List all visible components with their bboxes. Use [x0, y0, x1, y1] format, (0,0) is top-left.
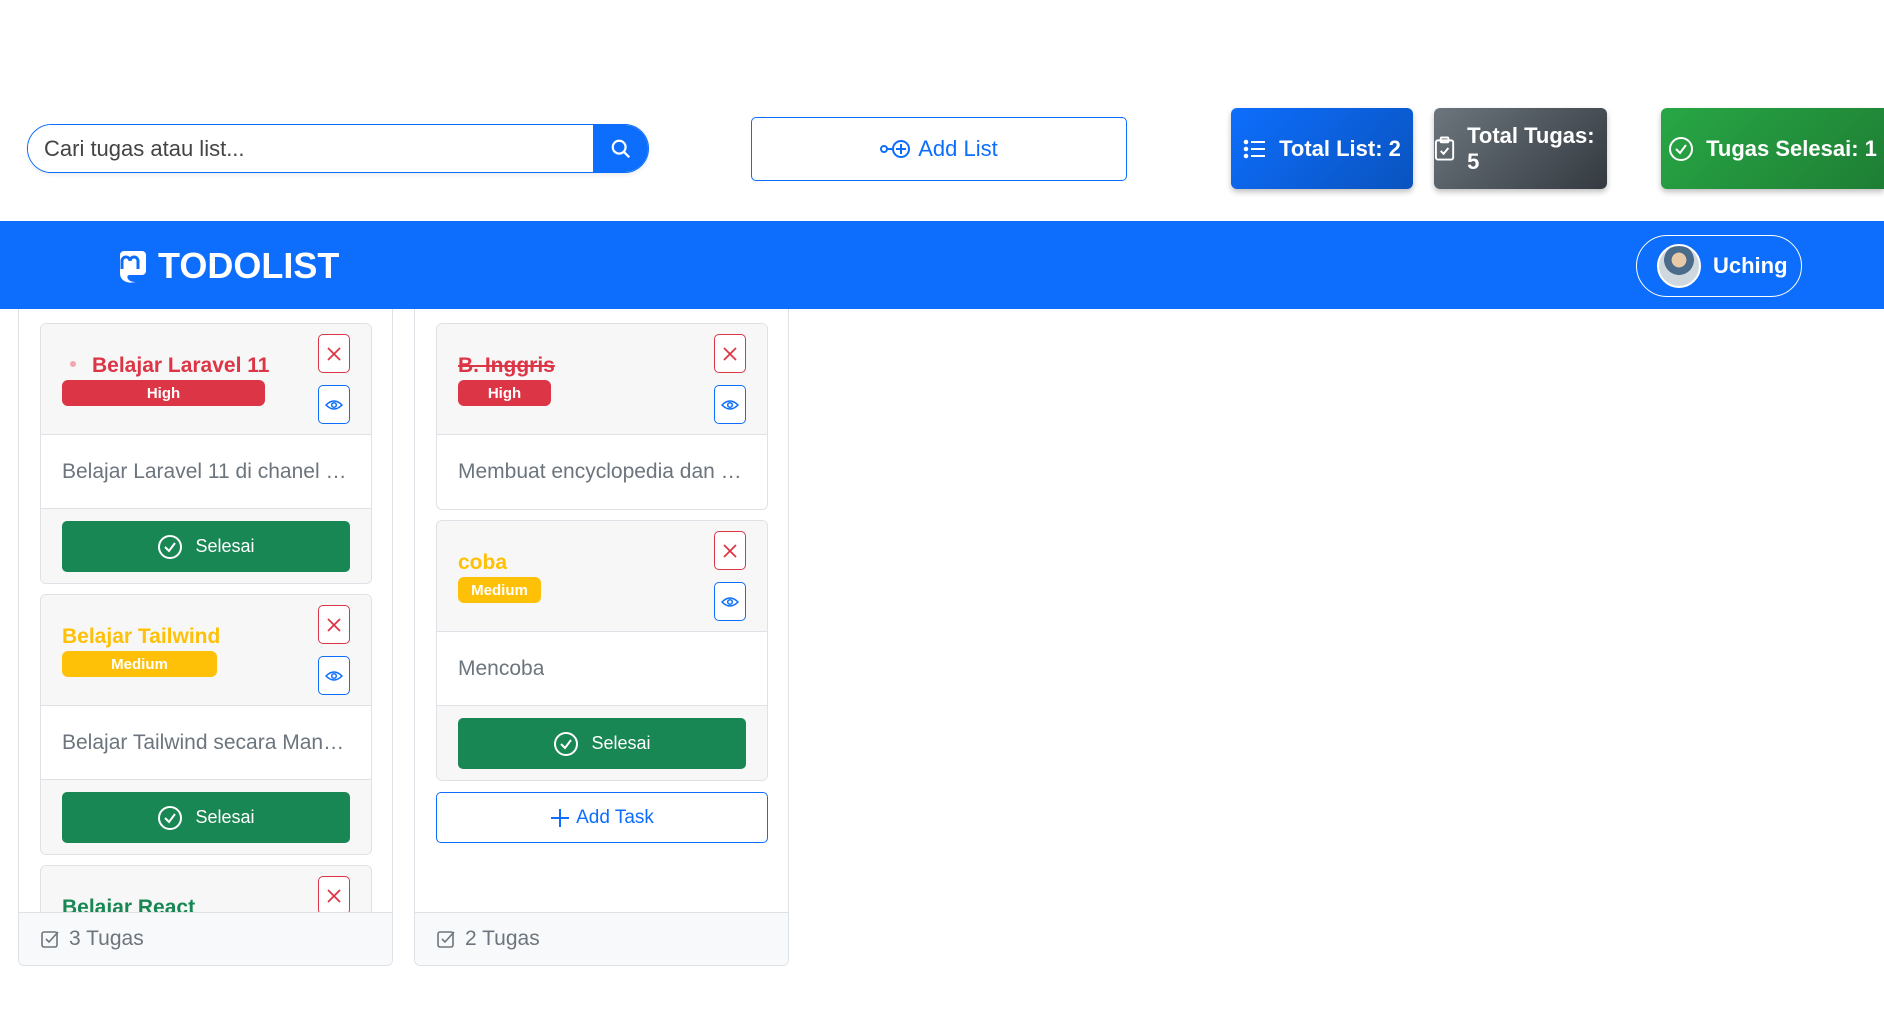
delete-task-button[interactable] [714, 334, 746, 373]
close-icon [327, 617, 341, 632]
task-title: B. Inggris [458, 354, 555, 377]
task-description-text: Mencoba [458, 656, 545, 680]
search-bar [27, 124, 649, 173]
priority-badge: Medium [458, 577, 541, 603]
task-card-header: Belajar Laravel 11 High [41, 324, 371, 435]
selesai-label: Selesai [195, 536, 255, 556]
task-card-header: B. Inggris High [437, 324, 767, 435]
list-column-body: Belajar Laravel 11 High Belajar Laravel … [19, 309, 392, 913]
task-count: 3 Tugas [69, 927, 144, 950]
search-icon [611, 139, 630, 158]
selesai-label: Selesai [195, 807, 255, 827]
task-title-text: Belajar Laravel 11 [92, 354, 270, 377]
list-column-footer: 3 Tugas [19, 912, 392, 965]
total-list-stat: Total List: 2 [1231, 108, 1413, 189]
user-name: Uching [1713, 253, 1788, 278]
priority-badge: Medium [62, 651, 217, 677]
eye-icon [325, 670, 343, 681]
task-card-footer: Selesai [41, 509, 371, 583]
view-task-button[interactable] [318, 656, 350, 695]
view-task-button[interactable] [318, 385, 350, 424]
selesai-button[interactable]: Selesai [62, 792, 350, 843]
task-card: Belajar Tailwind Medium Belajar Tailwind… [40, 594, 372, 855]
task-description: Membuat encyclopedia dan kamus [437, 435, 767, 509]
list-column: B. Inggris High Membuat encyclopedia dan… [414, 309, 789, 966]
user-menu[interactable]: Uching [1636, 235, 1802, 297]
total-list-label: Total List: 2 [1279, 135, 1401, 161]
task-description-text: Membuat encyclopedia dan kamus [458, 460, 746, 483]
brand[interactable]: TODOLIST [112, 245, 339, 287]
priority-badge: High [458, 380, 551, 406]
eye-icon [325, 399, 343, 410]
task-card-footer: Selesai [41, 780, 371, 854]
task-card: coba Medium Mencoba Selesai [436, 520, 768, 781]
avatar [1657, 244, 1701, 288]
list-column-footer: 2 Tugas [415, 912, 788, 965]
checkbox-icon [437, 931, 455, 948]
task-count: 2 Tugas [465, 927, 540, 950]
brand-name: TODOLIST [158, 245, 340, 286]
plus-icon [551, 808, 570, 827]
close-icon [327, 888, 341, 903]
task-card-header: Belajar React [41, 866, 371, 913]
add-task-button[interactable]: Add Task [436, 792, 768, 843]
total-tugas-stat: Total Tugas: 5 [1434, 108, 1607, 189]
delete-task-button[interactable] [318, 876, 350, 913]
clipboard-icon [1434, 136, 1455, 161]
add-list-label: Add List [918, 136, 998, 161]
task-description: Belajar Tailwind secara Mandiri [41, 706, 371, 780]
list-column: Belajar Laravel 11 High Belajar Laravel … [18, 309, 393, 966]
delete-task-button[interactable] [318, 334, 350, 373]
task-card: B. Inggris High Membuat encyclopedia dan… [436, 323, 768, 510]
selesai-button[interactable]: Selesai [458, 718, 746, 769]
add-list-button[interactable]: Add List [751, 117, 1127, 181]
priority-dot [70, 361, 76, 368]
close-icon [327, 346, 341, 361]
checkbox-icon [41, 931, 59, 948]
close-icon [723, 346, 737, 361]
delete-task-button[interactable] [318, 605, 350, 644]
check-circle-icon [1669, 136, 1694, 161]
tugas-selesai-stat: Tugas Selesai: 1 [1661, 108, 1884, 189]
task-card-header: coba Medium [437, 521, 767, 632]
task-card-footer: Selesai [437, 706, 767, 780]
task-card-header: Belajar Tailwind Medium [41, 595, 371, 706]
task-card: Belajar Laravel 11 High Belajar Laravel … [40, 323, 372, 584]
task-title: Belajar React [62, 896, 196, 913]
navbar: TODOLIST Uching [0, 221, 1884, 309]
check-circle-icon [158, 534, 183, 559]
delete-task-button[interactable] [714, 531, 746, 570]
search-button[interactable] [593, 125, 648, 172]
tugas-selesai-label: Tugas Selesai: 1 [1706, 135, 1877, 161]
task-card: Belajar React [40, 865, 372, 913]
view-task-button[interactable] [714, 385, 746, 424]
task-description-text: Belajar Laravel 11 di chanel youtube [62, 459, 350, 483]
add-circle-icon [880, 140, 911, 158]
task-description-text: Belajar Tailwind secara Mandiri [62, 730, 350, 754]
view-task-button[interactable] [714, 582, 746, 621]
task-title: Belajar Laravel 11 [62, 354, 269, 378]
close-icon [723, 543, 737, 558]
add-task-label: Add Task [576, 806, 654, 828]
eye-icon [721, 596, 739, 607]
selesai-label: Selesai [591, 733, 651, 753]
total-tugas-label: Total Tugas: 5 [1467, 122, 1595, 174]
selesai-button[interactable]: Selesai [62, 521, 350, 572]
check-circle-icon [158, 805, 183, 830]
task-title: Belajar Tailwind [62, 625, 221, 648]
task-description: Belajar Laravel 11 di chanel youtube [41, 435, 371, 509]
mastodon-logo-icon [118, 251, 146, 283]
check-circle-icon [554, 731, 579, 756]
list-column-body: B. Inggris High Membuat encyclopedia dan… [415, 309, 788, 913]
search-input[interactable] [28, 125, 593, 172]
task-title: coba [458, 551, 508, 574]
eye-icon [721, 399, 739, 410]
priority-badge: High [62, 380, 265, 406]
list-icon [1243, 139, 1266, 158]
task-description: Mencoba [437, 632, 767, 706]
